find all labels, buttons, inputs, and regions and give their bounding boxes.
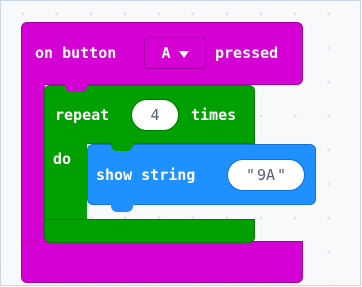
block-connector — [111, 204, 133, 212]
on-button-pressed-block-body — [21, 71, 45, 246]
repeat-count-value: 4 — [150, 106, 160, 124]
close-quote: " — [277, 166, 287, 184]
string-input[interactable]: " 9A " — [227, 159, 305, 191]
times-label: times — [191, 106, 237, 124]
block-connector — [65, 84, 87, 92]
open-quote: " — [245, 166, 255, 184]
code-workspace[interactable]: on button A pressed repeat 4 times do sh… — [0, 0, 361, 286]
do-label: do — [53, 150, 72, 168]
string-value: 9A — [256, 166, 276, 184]
repeat-label: repeat — [55, 106, 110, 124]
on-button-pressed-block-footer[interactable] — [21, 241, 303, 283]
caret-down-icon — [178, 50, 189, 58]
on-button-label: on button — [35, 44, 117, 62]
repeat-block-footer[interactable] — [44, 219, 255, 243]
pressed-label: pressed — [215, 44, 279, 62]
button-dropdown[interactable]: A — [144, 37, 206, 69]
show-string-label: show string — [96, 166, 196, 184]
block-connector — [111, 143, 133, 151]
button-dropdown-value: A — [161, 44, 171, 62]
repeat-count-input[interactable]: 4 — [131, 99, 179, 131]
